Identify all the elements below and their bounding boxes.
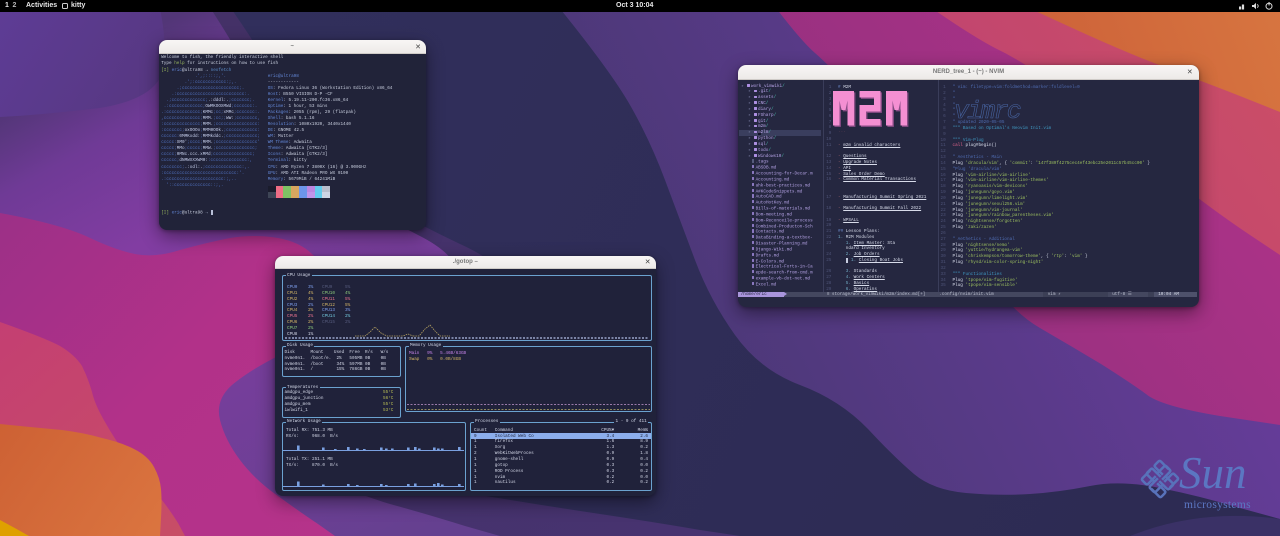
svg-text:vimrc: vimrc xyxy=(954,97,1021,124)
